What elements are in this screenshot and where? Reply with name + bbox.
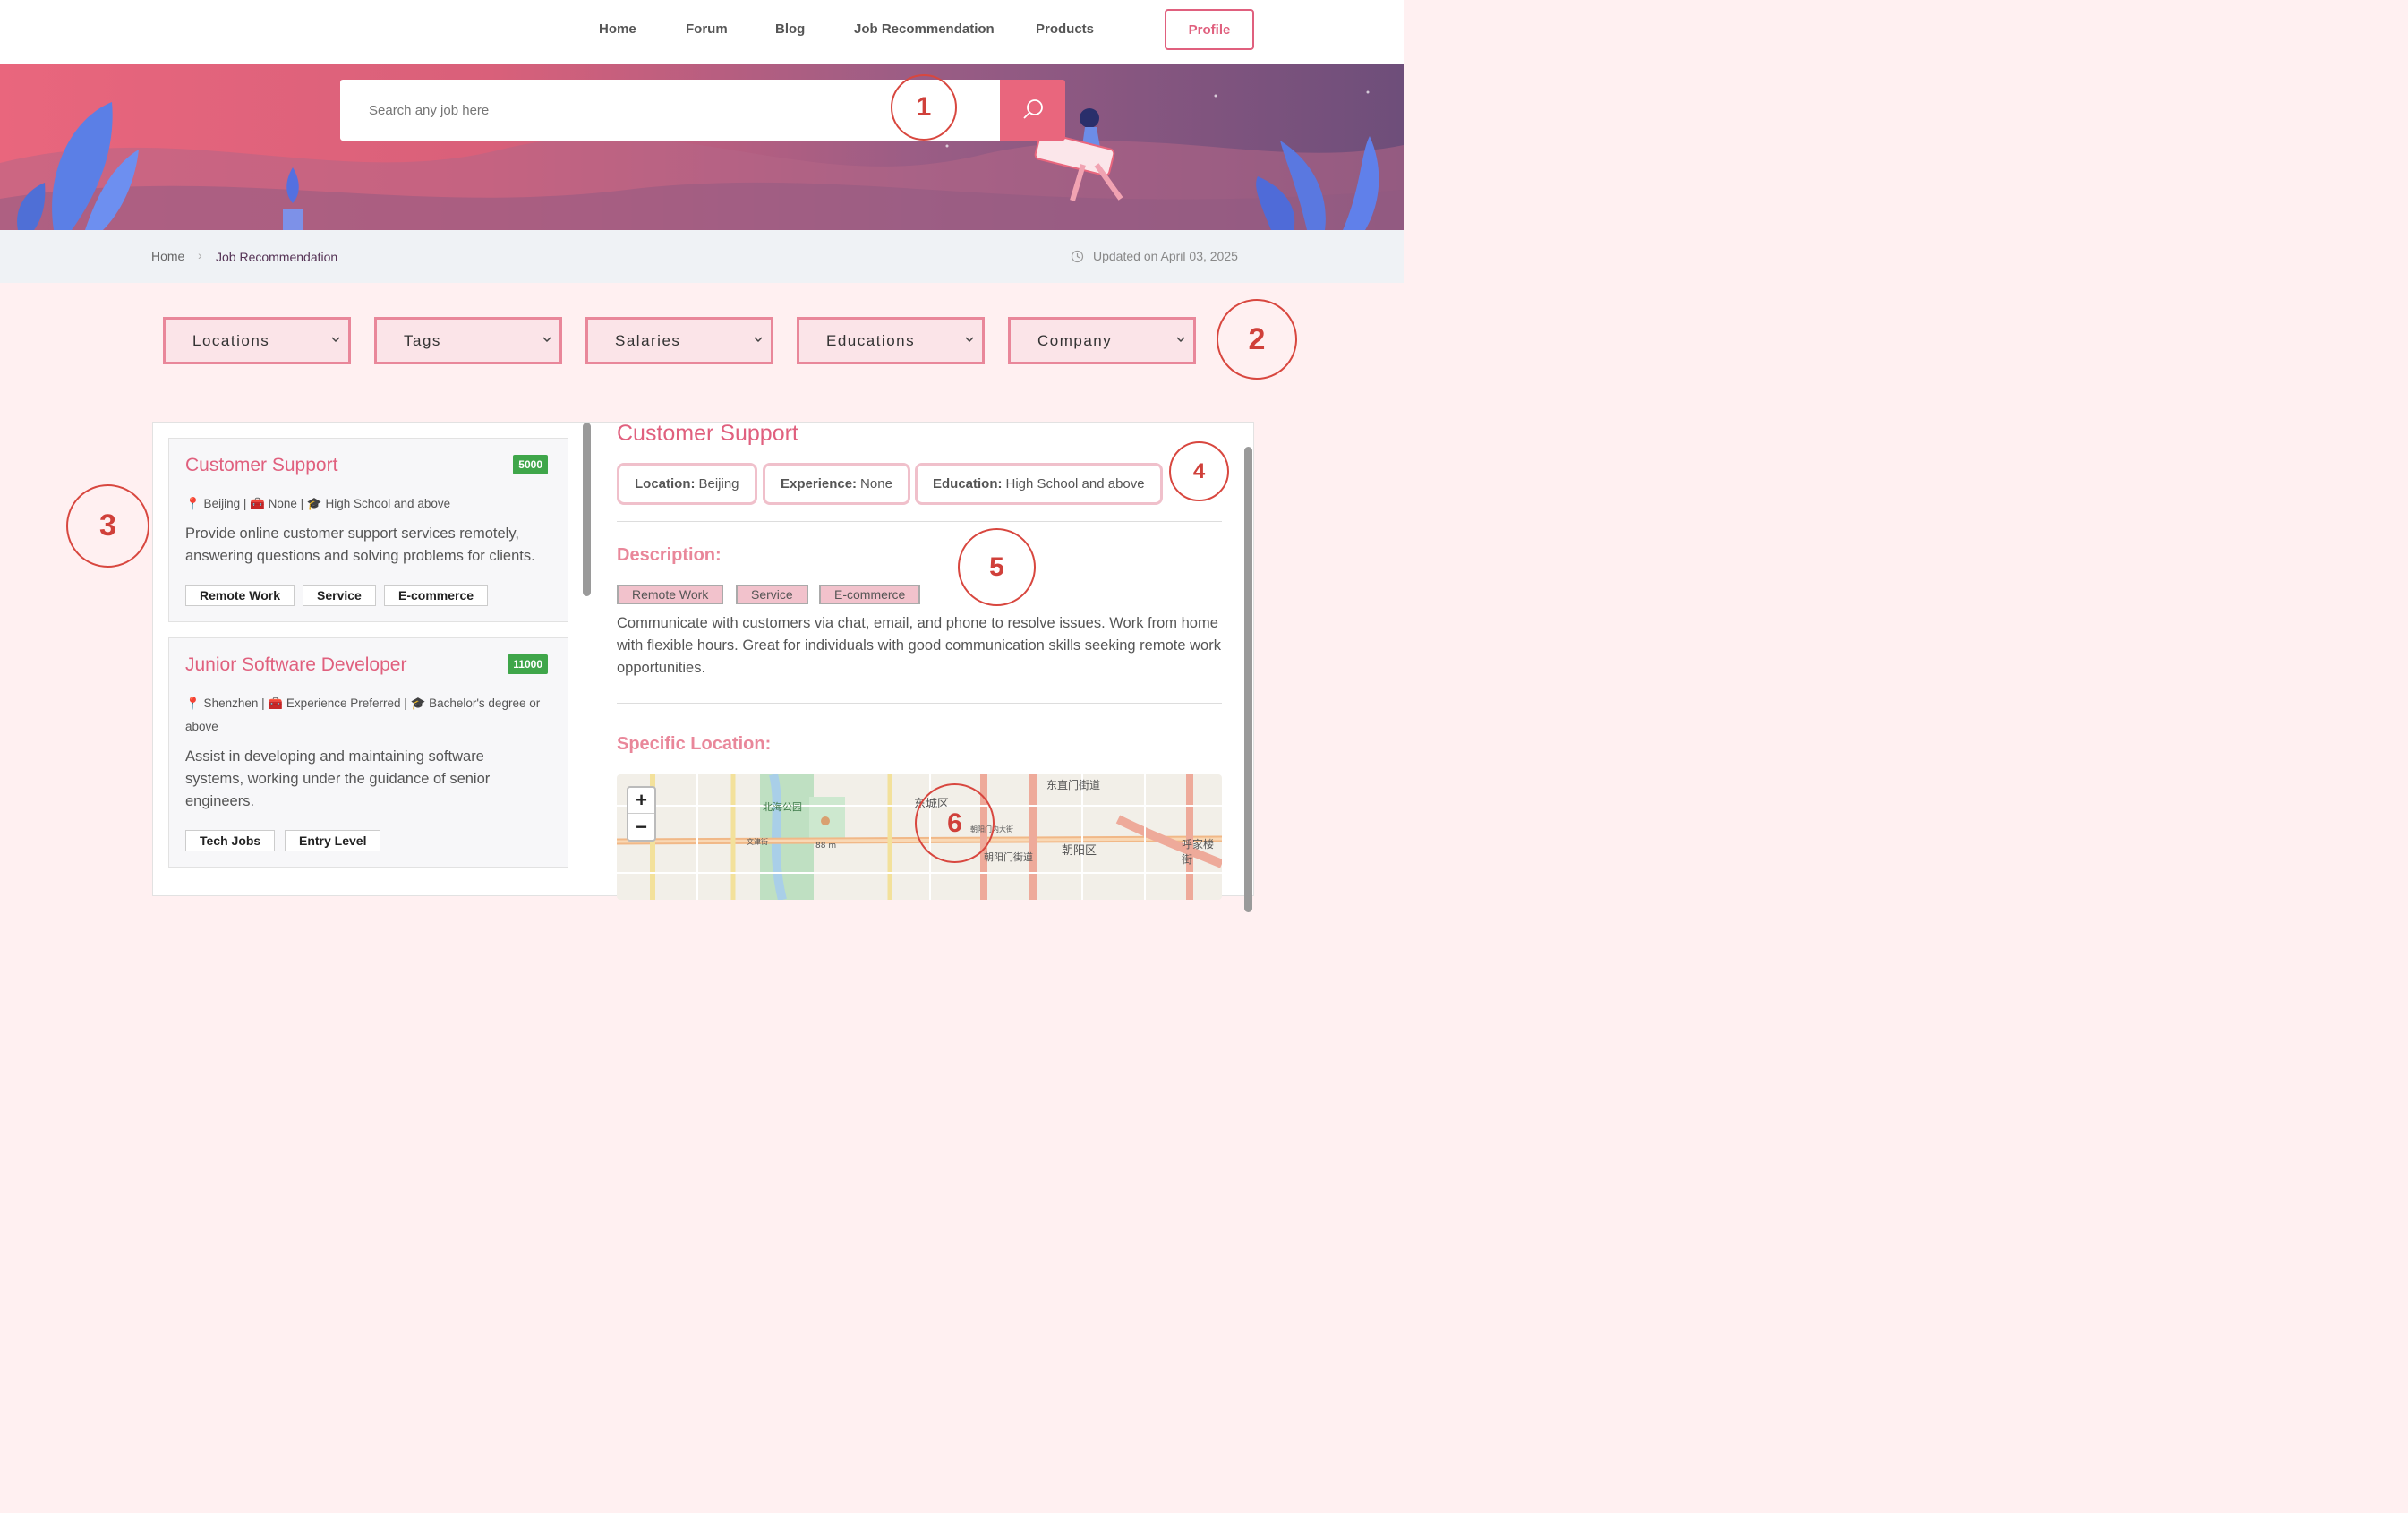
filter-salaries[interactable]: Salaries bbox=[585, 317, 773, 364]
zoom-in-button[interactable]: + bbox=[628, 788, 654, 814]
filter-label: Tags bbox=[404, 331, 441, 349]
pill-label: Location: bbox=[635, 476, 696, 492]
job-card-description: Provide online customer support services… bbox=[185, 526, 535, 564]
nav-home[interactable]: Home bbox=[599, 21, 636, 37]
job-card[interactable]: Junior Software Developer 11000 📍 Shenzh… bbox=[168, 637, 568, 868]
job-card-title[interactable]: Customer Support bbox=[185, 455, 337, 476]
pill-value: High School and above bbox=[1005, 476, 1145, 492]
filter-tags[interactable]: Tags bbox=[374, 317, 562, 364]
callout-1: 1 bbox=[891, 74, 957, 141]
filter-company[interactable]: Company bbox=[1008, 317, 1196, 364]
breadcrumb-separator: › bbox=[198, 248, 202, 262]
salary-badge: 11000 bbox=[508, 654, 548, 674]
job-card[interactable]: Customer Support 5000 📍 Beijing | 🧰 None… bbox=[168, 438, 568, 622]
breadcrumb: Home › Job Recommendation Updated on Apr… bbox=[0, 230, 1404, 283]
breadcrumb-home[interactable]: Home bbox=[151, 249, 184, 263]
job-card-description: Assist in developing and maintaining sof… bbox=[185, 748, 491, 809]
chevron-down-icon bbox=[1176, 337, 1185, 343]
chevron-down-icon bbox=[754, 337, 763, 343]
description-tag: Remote Work bbox=[617, 585, 724, 604]
updated-text: Updated on April 03, 2025 bbox=[1093, 249, 1238, 263]
job-detail-title: Customer Support bbox=[617, 421, 798, 446]
description-tag: Service bbox=[736, 585, 808, 604]
divider bbox=[617, 703, 1222, 704]
chevron-down-icon bbox=[965, 337, 974, 343]
callout-3: 3 bbox=[66, 484, 149, 568]
map-label: 北海公园 bbox=[763, 801, 802, 813]
job-tag[interactable]: Remote Work bbox=[185, 585, 295, 606]
description-heading: Description: bbox=[617, 545, 722, 565]
callout-6: 6 bbox=[915, 783, 995, 863]
profile-button[interactable]: Profile bbox=[1165, 9, 1254, 50]
filter-educations[interactable]: Educations bbox=[797, 317, 985, 364]
job-tag[interactable]: Service bbox=[303, 585, 376, 606]
pill-label: Experience: bbox=[781, 476, 858, 492]
map-label: 东直门街道 bbox=[1046, 779, 1101, 791]
pill-label: Education: bbox=[933, 476, 1003, 492]
job-list[interactable]: Customer Support 5000 📍 Beijing | 🧰 None… bbox=[153, 423, 593, 895]
breadcrumb-current: Job Recommendation bbox=[216, 250, 338, 264]
education-pill: Education: High School and above bbox=[915, 463, 1163, 505]
filter-label: Salaries bbox=[615, 331, 681, 349]
job-tag[interactable]: Tech Jobs bbox=[185, 830, 276, 851]
map-label: 文津街 bbox=[747, 838, 768, 846]
job-panel: Customer Support 5000 📍 Beijing | 🧰 None… bbox=[152, 421, 1254, 912]
job-detail-scrollbar[interactable] bbox=[1244, 447, 1252, 912]
map-label: 朝阳门街道 bbox=[984, 851, 1033, 863]
chevron-down-icon bbox=[542, 337, 551, 343]
pill-value: None bbox=[860, 476, 892, 492]
job-tag[interactable]: Entry Level bbox=[285, 830, 381, 851]
filter-locations[interactable]: Locations bbox=[163, 317, 351, 364]
description-tag: E-commerce bbox=[819, 585, 921, 604]
top-nav: Home Forum Blog Job Recommendation Produ… bbox=[0, 0, 1404, 64]
job-card-title[interactable]: Junior Software Developer bbox=[185, 654, 406, 676]
zoom-out-button[interactable]: − bbox=[628, 814, 654, 840]
filter-label: Company bbox=[1037, 331, 1113, 349]
search-button[interactable] bbox=[1000, 80, 1065, 141]
pill-value: Beijing bbox=[698, 476, 739, 492]
search-icon bbox=[1022, 99, 1043, 119]
location-pill: Location: Beijing bbox=[617, 463, 757, 505]
callout-5: 5 bbox=[958, 528, 1036, 606]
nav-products[interactable]: Products bbox=[1036, 21, 1094, 37]
hero-banner bbox=[0, 64, 1404, 230]
experience-pill: Experience: None bbox=[763, 463, 910, 505]
nav-forum[interactable]: Forum bbox=[686, 21, 728, 37]
divider bbox=[617, 521, 1222, 522]
filter-label: Educations bbox=[826, 331, 916, 349]
map-label: 呼家楼街 bbox=[1182, 838, 1215, 866]
updated-date: Updated on April 03, 2025 bbox=[1071, 249, 1238, 263]
callout-4: 4 bbox=[1169, 441, 1229, 501]
callout-2: 2 bbox=[1217, 299, 1297, 380]
filter-label: Locations bbox=[192, 331, 270, 349]
clock-icon bbox=[1071, 250, 1084, 262]
job-card-meta: 📍 Shenzhen | 🧰 Experience Preferred | 🎓 … bbox=[185, 697, 541, 733]
chevron-down-icon bbox=[331, 337, 340, 343]
salary-badge: 5000 bbox=[513, 455, 548, 474]
map-zoom-control: + − bbox=[627, 786, 656, 842]
nav-job-recommendation[interactable]: Job Recommendation bbox=[854, 21, 995, 37]
nav-blog[interactable]: Blog bbox=[775, 21, 805, 37]
job-detail-description: Communicate with customers via chat, ema… bbox=[617, 615, 1221, 676]
specific-location-heading: Specific Location: bbox=[617, 734, 772, 754]
job-card-meta: 📍 Beijing | 🧰 None | 🎓 High School and a… bbox=[185, 497, 451, 510]
job-list-scrollbar[interactable] bbox=[583, 423, 591, 596]
map-label: 88 m bbox=[815, 842, 837, 851]
map-label: 朝阳区 bbox=[1062, 844, 1097, 858]
job-tag[interactable]: E-commerce bbox=[384, 585, 489, 606]
